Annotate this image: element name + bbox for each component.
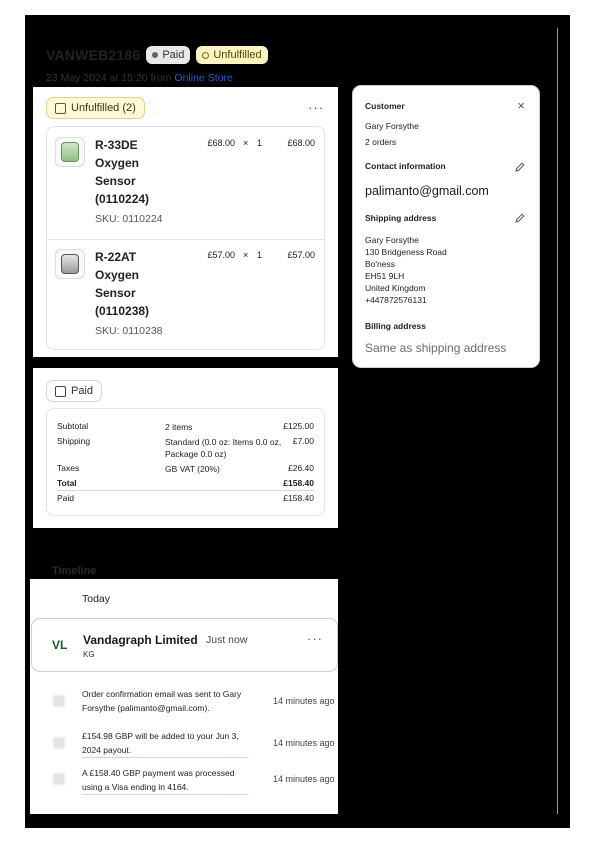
customer-card: Customer × Gary Forsythe 2 orders Contac… xyxy=(352,85,540,368)
address-line: Gary Forsythe xyxy=(365,235,419,245)
product-thumbnail xyxy=(55,137,85,167)
address-line: United Kingdom xyxy=(365,283,426,293)
fulfillment-status-badge: Unfulfilled xyxy=(196,46,268,64)
timeline-dot-icon xyxy=(52,694,66,708)
customer-heading: Customer xyxy=(365,101,405,111)
close-icon[interactable]: × xyxy=(517,99,525,112)
customer-email[interactable]: palimanto@gmail.com xyxy=(365,184,489,198)
row-label: Paid xyxy=(57,493,75,503)
line-total: £57.00 xyxy=(287,250,315,260)
divider xyxy=(57,490,314,491)
scrollbar-track[interactable] xyxy=(557,28,558,814)
more-actions-icon[interactable]: ··· xyxy=(308,100,324,115)
product-title[interactable]: R-22AT Oxygen Sensor (0110238) xyxy=(95,248,175,320)
row-label: Total xyxy=(57,478,77,488)
comment-body: KG xyxy=(83,650,95,659)
timeline-event: A £158.40 GBP payment was processed usin… xyxy=(82,766,248,795)
billing-heading: Billing address xyxy=(365,321,426,331)
fulfillment-chip: Unfulfilled (2) xyxy=(46,97,145,119)
package-icon xyxy=(55,102,66,114)
shipping-address: Gary Forsythe 130 Bridgeness Road Bo'nes… xyxy=(365,234,447,306)
status-ring-icon xyxy=(202,51,210,59)
row-label: Shipping xyxy=(57,436,91,446)
timeline-dot-icon xyxy=(52,736,66,750)
product-sku: SKU: 0110238 xyxy=(95,325,163,337)
more-actions-icon[interactable]: ··· xyxy=(307,631,323,646)
order-header: VANWEB2186 Paid Unfulfilled xyxy=(46,46,268,64)
row-amount: £7.00 xyxy=(292,436,314,446)
timeline-panel: Today VL Vandagraph Limited Just now KG … xyxy=(30,579,338,814)
order-meta: 23 May 2024 at 15:20 from Online Store xyxy=(46,72,233,84)
product-title[interactable]: R-33DE Oxygen Sensor (0110224) xyxy=(95,136,175,208)
receipt-icon xyxy=(55,385,66,397)
timeline-day: Today xyxy=(82,593,111,605)
comment-time: Just now xyxy=(206,634,248,646)
contact-heading: Contact information xyxy=(365,161,446,171)
row-detail: GB VAT (20%) xyxy=(165,464,220,474)
address-line: 130 Bridgeness Road xyxy=(365,247,447,257)
order-number: VANWEB2186 xyxy=(46,47,141,63)
quantity: 1 xyxy=(257,250,263,260)
line-total: £68.00 xyxy=(287,138,315,148)
quantity: 1 xyxy=(257,138,263,148)
unit-price: £68.00 xyxy=(207,138,235,148)
fulfillment-status-label: Unfulfilled xyxy=(213,49,262,61)
row-amount: £125.00 xyxy=(283,421,314,431)
address-line: Bo'ness xyxy=(365,259,395,269)
edit-pencil-icon[interactable] xyxy=(515,213,525,223)
row-detail: Standard (0.0 oz: Items 0.0 oz, Package … xyxy=(165,437,282,459)
sensor-image xyxy=(61,254,79,274)
payment-card: Paid Subtotal 2 items £125.00 Shipping S… xyxy=(33,368,338,528)
event-time: 14 minutes ago xyxy=(273,738,335,748)
line-item[interactable]: R-33DE Oxygen Sensor (0110224) SKU: 0110… xyxy=(47,127,324,239)
row-detail: 2 items xyxy=(165,422,193,432)
order-date: 23 May 2024 at 15:20 from xyxy=(46,72,172,84)
comment-author: Vandagraph Limited xyxy=(83,633,198,647)
avatar: VL xyxy=(52,638,68,652)
address-line: +447872576131 xyxy=(365,295,427,305)
address-line: EH51 9LH xyxy=(365,271,405,281)
event-time: 14 minutes ago xyxy=(273,774,335,784)
timeline-heading: Timeline xyxy=(52,565,97,577)
timeline-event: Order confirmation email was sent to Gar… xyxy=(82,689,242,713)
fulfillment-chip-label: Unfulfilled (2) xyxy=(71,102,136,114)
product-thumbnail xyxy=(55,249,85,279)
edit-pencil-icon[interactable] xyxy=(515,162,525,172)
payment-status-badge: Paid xyxy=(146,46,191,64)
row-label: Taxes xyxy=(57,463,80,473)
sales-channel-link[interactable]: Online Store xyxy=(174,72,232,84)
customer-orders[interactable]: 2 orders xyxy=(365,137,396,147)
unit-price: £57.00 xyxy=(207,250,235,260)
status-dot-icon xyxy=(152,52,159,58)
row-amount: £158.40 xyxy=(283,493,314,503)
payment-status-label: Paid xyxy=(162,49,185,61)
sensor-image xyxy=(61,142,79,162)
row-amount: £26.40 xyxy=(288,463,314,473)
customer-name[interactable]: Gary Forsythe xyxy=(365,121,419,131)
event-time: 14 minutes ago xyxy=(273,696,335,706)
line-item[interactable]: R-22AT Oxygen Sensor (0110238) SKU: 0110… xyxy=(47,239,324,351)
line-items-list: R-33DE Oxygen Sensor (0110224) SKU: 0110… xyxy=(46,126,325,350)
timeline-event: £154.98 GBP will be added to your Jun 3,… xyxy=(82,729,248,758)
billing-address: Same as shipping address xyxy=(365,341,507,355)
product-sku: SKU: 0110224 xyxy=(95,213,163,225)
row-label: Subtotal xyxy=(57,421,89,431)
payment-chip: Paid xyxy=(46,380,103,402)
timeline-dot-icon xyxy=(52,772,66,786)
times-sign: × xyxy=(243,138,249,148)
payment-chip-label: Paid xyxy=(71,385,94,397)
shipping-heading: Shipping address xyxy=(365,213,437,223)
fulfillment-card: Unfulfilled (2) ··· R-33DE Oxygen Sensor… xyxy=(33,87,338,357)
row-amount: £158.40 xyxy=(283,478,314,488)
payment-summary: Subtotal 2 items £125.00 Shipping Standa… xyxy=(46,408,325,516)
timeline-comment[interactable]: VL Vandagraph Limited Just now KG ··· xyxy=(31,618,338,672)
times-sign: × xyxy=(243,250,249,260)
